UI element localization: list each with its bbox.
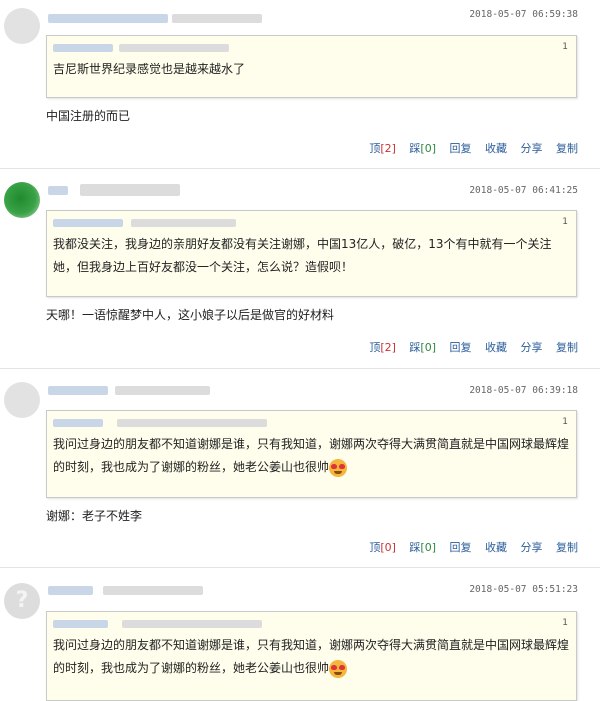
cai-count: [0] xyxy=(420,341,436,354)
username-meta-blurred xyxy=(115,386,210,395)
quoted-text: 吉尼斯世界纪录感觉也是越来越水了 xyxy=(53,62,246,76)
username-blurred[interactable] xyxy=(48,14,168,23)
comment-actions: 顶[2] 踩[0] 回复 收藏 分享 复制 xyxy=(359,140,578,156)
quoted-meta-blurred xyxy=(131,219,236,227)
reply-text: 天哪！一语惊醒梦中人，这小娘子以后是做官的好材料 xyxy=(46,308,335,322)
quoted-meta-blurred xyxy=(122,620,262,628)
username-blurred[interactable] xyxy=(48,386,108,395)
comment-item: 2018-05-07 06:59:38 1 吉尼斯世界纪录感觉也是越来越水了 中… xyxy=(0,0,600,168)
ding-count: [2] xyxy=(380,142,396,155)
comment-actions: 顶[0] 踩[0] 回复 收藏 分享 复制 xyxy=(359,539,578,555)
heart-eyes-emoji-icon xyxy=(329,659,348,678)
quoted-username-blurred xyxy=(53,44,113,52)
cai-button[interactable]: 踩[0] xyxy=(409,142,436,155)
quoted-text: 我问过身边的朋友都不知道谢娜是谁，只有我知道，谢娜两次夺得大满贯简直就是中国网球… xyxy=(53,433,570,479)
username-blurred[interactable] xyxy=(48,186,68,195)
divider xyxy=(0,168,600,169)
comment-item: ? 2018-05-07 05:51:23 1 我问过身边的朋友都不知道谢娜是谁… xyxy=(0,571,600,701)
copy-button[interactable]: 复制 xyxy=(556,541,578,554)
username-meta-blurred xyxy=(172,14,262,23)
favorite-button[interactable]: 收藏 xyxy=(485,541,507,554)
timestamp: 2018-05-07 06:59:38 xyxy=(469,9,578,20)
reply-button[interactable]: 回复 xyxy=(450,541,472,554)
floor-number: 1 xyxy=(562,217,568,227)
username-meta-blurred xyxy=(80,184,180,196)
cai-label: 踩 xyxy=(409,541,421,554)
reply-text: 谢娜：老子不姓李 xyxy=(46,509,143,523)
timestamp: 2018-05-07 05:51:23 xyxy=(469,584,578,595)
reply-button[interactable]: 回复 xyxy=(450,341,472,354)
quoted-username-blurred xyxy=(53,219,123,227)
copy-button[interactable]: 复制 xyxy=(556,142,578,155)
quoted-text: 我都没关注，我身边的亲朋好友都没有关注谢娜，中国13亿人，破亿，13个有中就有一… xyxy=(53,237,552,274)
username-meta-blurred xyxy=(103,586,203,595)
quoted-username-blurred xyxy=(53,419,103,427)
ding-label: 顶 xyxy=(369,142,381,155)
avatar[interactable] xyxy=(4,182,40,218)
reply-button[interactable]: 回复 xyxy=(450,142,472,155)
quoted-username-blurred xyxy=(53,620,108,628)
comment-actions: 顶[2] 踩[0] 回复 收藏 分享 复制 xyxy=(359,339,578,355)
timestamp: 2018-05-07 06:39:18 xyxy=(469,385,578,396)
cai-count: [0] xyxy=(420,142,436,155)
comment-item: 2018-05-07 06:39:18 1 我问过身边的朋友都不知道谢娜是谁，只… xyxy=(0,372,600,567)
cai-button[interactable]: 踩[0] xyxy=(409,341,436,354)
quoted-comment: 1 吉尼斯世界纪录感觉也是越来越水了 xyxy=(46,35,577,98)
divider xyxy=(0,567,600,568)
ding-label: 顶 xyxy=(369,541,381,554)
floor-number: 1 xyxy=(562,618,568,628)
timestamp: 2018-05-07 06:41:25 xyxy=(469,185,578,196)
cai-label: 踩 xyxy=(409,341,421,354)
ding-count: [0] xyxy=(380,541,396,554)
heart-eyes-emoji-icon xyxy=(329,458,348,477)
quoted-meta-blurred xyxy=(117,419,267,427)
ding-button[interactable]: 顶[0] xyxy=(369,541,396,554)
avatar[interactable] xyxy=(4,382,40,418)
ding-button[interactable]: 顶[2] xyxy=(369,341,396,354)
avatar[interactable] xyxy=(4,8,40,44)
share-button[interactable]: 分享 xyxy=(521,142,543,155)
comment-item: 2018-05-07 06:41:25 1 我都没关注，我身边的亲朋好友都没有关… xyxy=(0,172,600,368)
cai-count: [0] xyxy=(420,541,436,554)
quoted-text: 我问过身边的朋友都不知道谢娜是谁，只有我知道，谢娜两次夺得大满贯简直就是中国网球… xyxy=(53,634,570,680)
ding-label: 顶 xyxy=(369,341,381,354)
quoted-comment: 1 我问过身边的朋友都不知道谢娜是谁，只有我知道，谢娜两次夺得大满贯简直就是中国… xyxy=(46,410,577,498)
quoted-text-content: 我问过身边的朋友都不知道谢娜是谁，只有我知道，谢娜两次夺得大满贯简直就是中国网球… xyxy=(53,638,570,675)
reply-text: 中国注册的而已 xyxy=(46,109,131,123)
share-button[interactable]: 分享 xyxy=(521,341,543,354)
ding-button[interactable]: 顶[2] xyxy=(369,142,396,155)
question-mark-icon: ? xyxy=(15,588,29,613)
favorite-button[interactable]: 收藏 xyxy=(485,142,507,155)
username-blurred[interactable] xyxy=(48,586,93,595)
floor-number: 1 xyxy=(562,42,568,52)
share-button[interactable]: 分享 xyxy=(521,541,543,554)
ding-count: [2] xyxy=(380,341,396,354)
copy-button[interactable]: 复制 xyxy=(556,341,578,354)
cai-button[interactable]: 踩[0] xyxy=(409,541,436,554)
quoted-meta-blurred xyxy=(119,44,229,52)
quoted-comment: 1 我问过身边的朋友都不知道谢娜是谁，只有我知道，谢娜两次夺得大满贯简直就是中国… xyxy=(46,611,577,701)
avatar[interactable]: ? xyxy=(4,583,40,619)
quoted-comment: 1 我都没关注，我身边的亲朋好友都没有关注谢娜，中国13亿人，破亿，13个有中就… xyxy=(46,210,577,297)
divider xyxy=(0,368,600,369)
cai-label: 踩 xyxy=(409,142,421,155)
quoted-text-content: 我问过身边的朋友都不知道谢娜是谁，只有我知道，谢娜两次夺得大满贯简直就是中国网球… xyxy=(53,437,570,474)
floor-number: 1 xyxy=(562,417,568,427)
favorite-button[interactable]: 收藏 xyxy=(485,341,507,354)
